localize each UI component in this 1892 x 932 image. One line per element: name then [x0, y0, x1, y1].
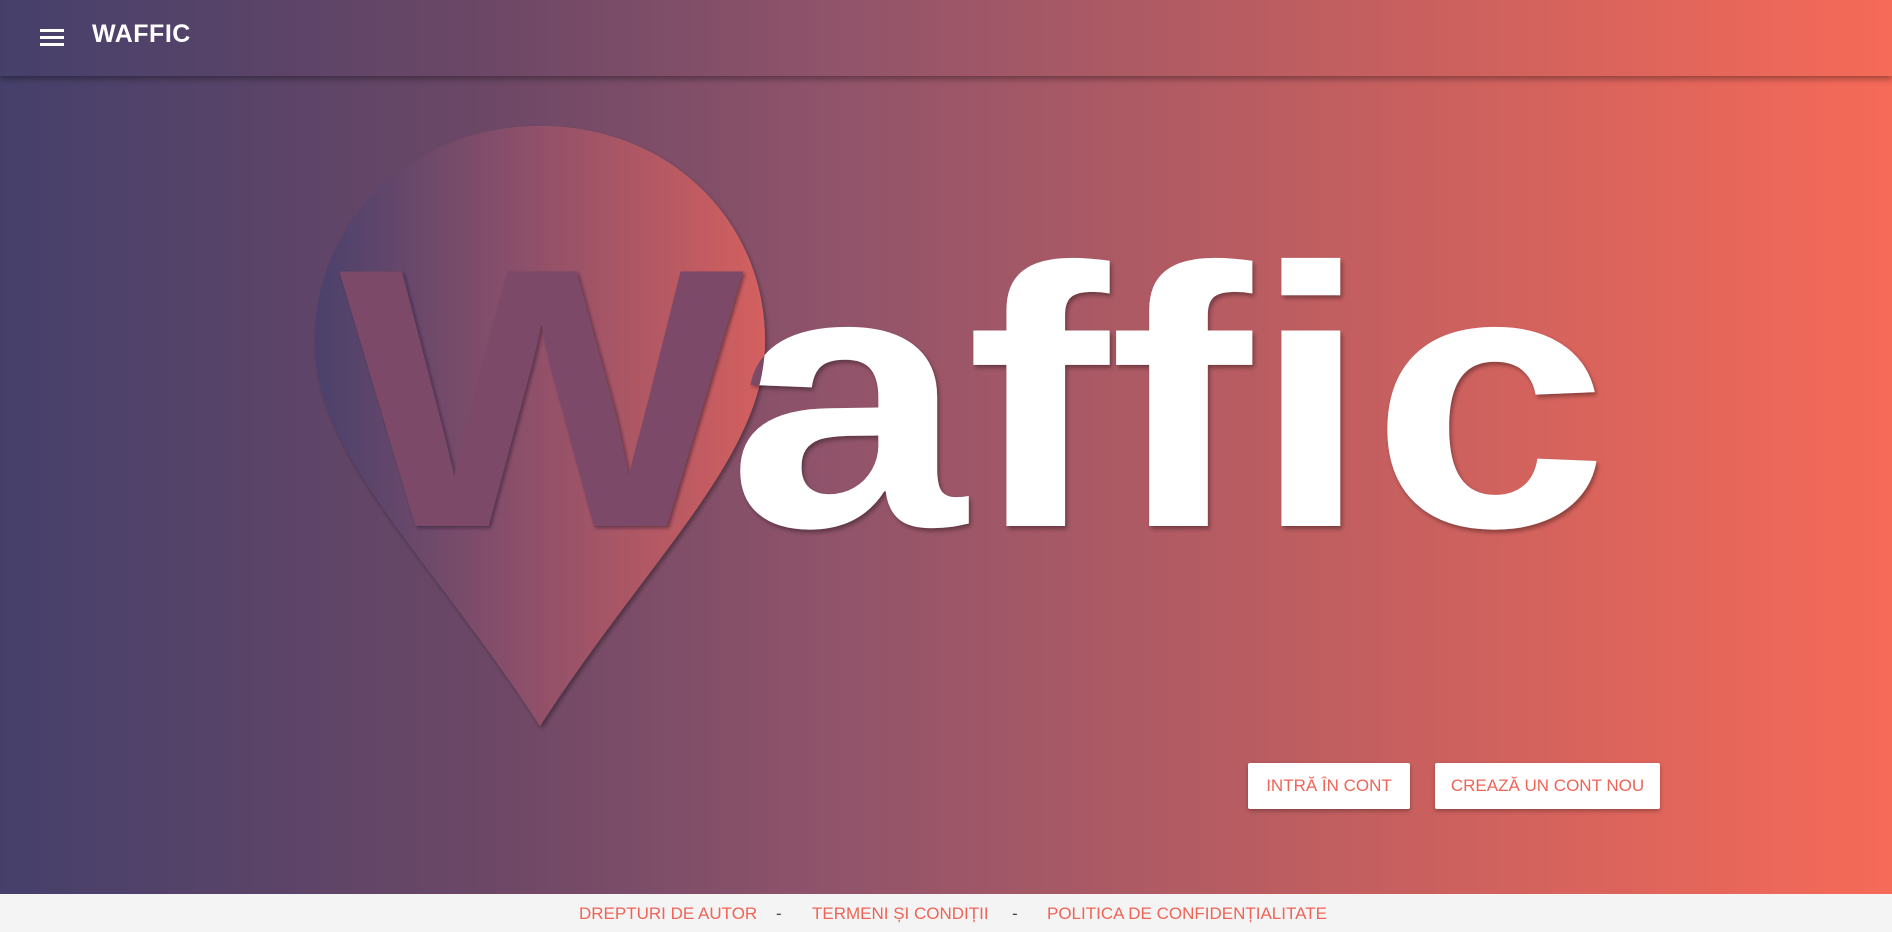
- login-button[interactable]: INTRĂ ÎN CONT: [1248, 763, 1410, 809]
- app-bar: WAFFIC: [0, 0, 1892, 76]
- menu-icon[interactable]: [36, 22, 68, 54]
- footer-link-copyright[interactable]: DREPTURI DE AUTOR: [579, 904, 757, 924]
- footer-link-terms[interactable]: TERMENI ȘI CONDIȚII: [812, 904, 989, 924]
- footer: DREPTURI DE AUTOR - TERMENI ȘI CONDIȚII …: [0, 894, 1892, 932]
- footer-separator: -: [776, 904, 782, 923]
- landing-page: WAFFIC Waffic Waffic INTRĂ ÎN CONT CREAZ…: [0, 0, 1892, 932]
- footer-separator: -: [1012, 904, 1018, 923]
- register-button[interactable]: CREAZĂ UN CONT NOU: [1435, 763, 1660, 809]
- app-title: WAFFIC: [92, 20, 191, 48]
- footer-link-privacy[interactable]: POLITICA DE CONFIDENȚIALITATE: [1047, 904, 1327, 924]
